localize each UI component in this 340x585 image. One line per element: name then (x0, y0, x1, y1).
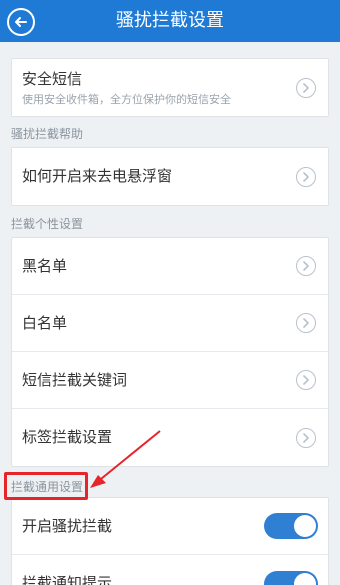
sms-keywords-row[interactable]: 短信拦截关键词 (12, 352, 328, 409)
chevron-right-icon (296, 256, 316, 276)
security-sms-label: 安全短信 (22, 70, 83, 88)
help-item-float-window[interactable]: 如何开启来去电悬浮窗 (12, 148, 328, 205)
toggle-knob (294, 515, 316, 537)
security-sms-subtitle: 使用安全收件箱，全方位保护你的短信安全 (22, 93, 231, 106)
page-title: 骚扰拦截设置 (116, 10, 224, 31)
whitelist-row[interactable]: 白名单 (12, 295, 328, 352)
general-settings-card: 开启骚扰拦截 拦截通知提示 (11, 497, 329, 585)
annotation-highlight-box (4, 472, 88, 500)
chevron-right-icon (296, 427, 316, 448)
personal-section-title: 拦截个性设置 (11, 217, 84, 231)
intercept-notify-label: 拦截通知提示 (22, 574, 113, 585)
help-item-label: 如何开启来去电悬浮窗 (22, 167, 173, 185)
security-sms-row[interactable]: 安全短信 使用安全收件箱，全方位保护你的短信安全 (12, 59, 328, 116)
annotation-arrow-icon (90, 430, 161, 488)
top-bar: 骚扰拦截设置 (0, 0, 340, 42)
chevron-right-icon (296, 166, 316, 187)
whitelist-label: 白名单 (22, 314, 68, 332)
help-section-title: 骚扰拦截帮助 (11, 127, 84, 141)
tag-intercept-row[interactable]: 标签拦截设置 (12, 409, 328, 466)
blacklist-label: 黑名单 (22, 257, 68, 275)
security-sms-card: 安全短信 使用安全收件箱，全方位保护你的短信安全 (11, 58, 329, 117)
enable-intercept-label: 开启骚扰拦截 (22, 517, 113, 535)
chevron-right-icon (296, 370, 316, 390)
toggle-knob (294, 572, 316, 585)
enable-intercept-row: 开启骚扰拦截 (12, 498, 328, 555)
sms-keywords-label: 短信拦截关键词 (22, 371, 128, 389)
help-card: 如何开启来去电悬浮窗 (11, 147, 329, 206)
intercept-notify-toggle[interactable] (264, 570, 318, 585)
blacklist-row[interactable]: 黑名单 (12, 238, 328, 295)
chevron-right-icon (296, 313, 316, 333)
enable-intercept-toggle[interactable] (264, 513, 318, 539)
chevron-right-icon (296, 77, 316, 98)
intercept-notify-row: 拦截通知提示 (12, 555, 328, 585)
personal-settings-card: 黑名单 白名单 短信拦截关键词 标签拦截设置 (11, 237, 329, 467)
